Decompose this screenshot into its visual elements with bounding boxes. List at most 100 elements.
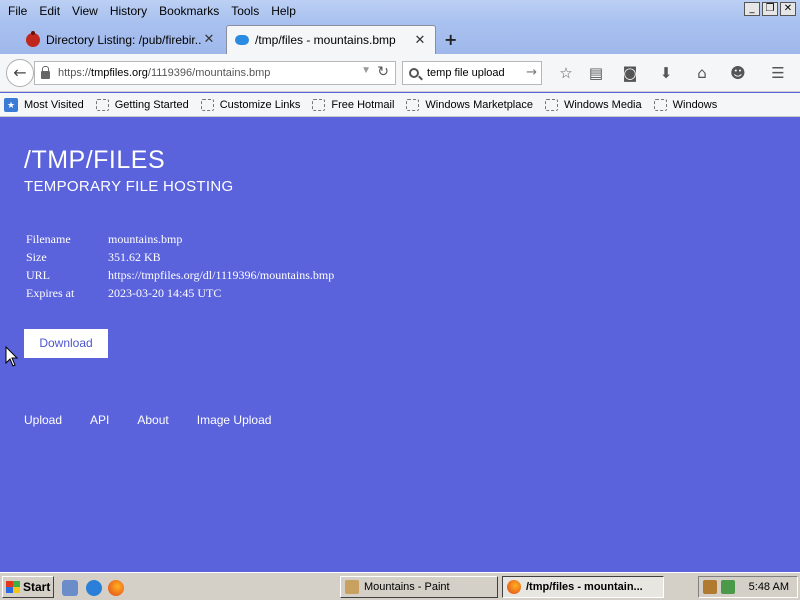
taskbar-item-paint[interactable]: Mountains - Paint: [340, 576, 498, 598]
menu-view[interactable]: View: [66, 4, 104, 18]
search-bar[interactable]: temp file upload →: [402, 61, 542, 85]
bookmark-icon: [312, 98, 326, 111]
link-about[interactable]: About: [137, 413, 168, 427]
tab-strip: Directory Listing: /pub/firebir... ✕ /tm…: [0, 22, 800, 54]
download-icon[interactable]: ⬇: [656, 64, 676, 82]
site-title: /TMP/FILES: [24, 146, 166, 174]
cloud-upload-icon: [235, 35, 249, 45]
bookmark-windows[interactable]: Windows: [653, 98, 718, 111]
menu-file[interactable]: File: [2, 4, 33, 18]
paint-icon: [345, 580, 359, 594]
show-desktop-icon[interactable]: [62, 580, 78, 596]
info-label: Filename: [26, 232, 71, 246]
info-value: 2023-03-20 14:45 UTC: [108, 286, 222, 300]
bookmark-customize-links[interactable]: Customize Links: [200, 98, 301, 111]
page-content: /TMP/FILES TEMPORARY FILE HOSTING Filena…: [0, 118, 800, 572]
clock: 5:48 AM: [748, 581, 789, 593]
info-label: Expires at: [26, 286, 75, 300]
arrow-right-icon[interactable]: →: [526, 65, 537, 80]
bookmark-windows-marketplace[interactable]: Windows Marketplace: [406, 98, 533, 111]
bookmark-icon: [95, 98, 109, 111]
bookmark-label: Windows: [672, 98, 718, 111]
tray-network-icon[interactable]: [721, 580, 735, 594]
start-button[interactable]: Start: [2, 576, 54, 598]
taskbar-item-label: Mountains - Paint: [364, 581, 450, 593]
smiley-icon[interactable]: ☻: [728, 64, 748, 82]
taskbar: Start Mountains - Paint /tmp/files - mou…: [0, 572, 800, 600]
internet-explorer-icon[interactable]: [86, 580, 102, 596]
bookmark-label: Windows Marketplace: [425, 98, 533, 111]
bug-icon: [26, 30, 40, 47]
search-icon: [409, 68, 419, 78]
url-bar[interactable]: https://tmpfiles.org/1119396/mountains.b…: [34, 61, 396, 85]
restore-button[interactable]: ❐: [762, 2, 778, 16]
taskbar-item-label: /tmp/files - mountain...: [526, 581, 643, 593]
menu-tools[interactable]: Tools: [225, 4, 265, 18]
info-row-size: Size 351.62 KB: [26, 250, 334, 268]
close-icon[interactable]: ✕: [413, 33, 427, 48]
close-window-button[interactable]: ✕: [780, 2, 796, 16]
close-icon[interactable]: ✕: [202, 32, 216, 47]
reading-list-icon[interactable]: ▤: [586, 64, 606, 82]
bookmark-label: Getting Started: [114, 98, 189, 111]
bookmark-label: Windows Media: [563, 98, 642, 111]
firefox-icon: [507, 580, 521, 594]
tab-directory-listing[interactable]: Directory Listing: /pub/firebir... ✕: [18, 25, 224, 54]
window-controls: _ ❐ ✕: [744, 2, 796, 16]
file-info-table: Filename mountains.bmp Size 351.62 KB UR…: [26, 232, 334, 304]
bookmark-getting-started[interactable]: Getting Started: [95, 98, 189, 111]
menu-edit[interactable]: Edit: [33, 4, 66, 18]
pocket-icon[interactable]: ◙: [620, 64, 640, 82]
info-label: Size: [26, 250, 47, 264]
info-label: URL: [26, 268, 50, 282]
info-row-url: URL https://tmpfiles.org/dl/1119396/moun…: [26, 268, 334, 286]
menu-help[interactable]: Help: [265, 4, 302, 18]
hamburger-menu-icon[interactable]: ☰: [768, 64, 788, 82]
link-image-upload[interactable]: Image Upload: [197, 413, 272, 427]
star-icon[interactable]: ☆: [556, 64, 576, 82]
link-api[interactable]: API: [90, 413, 109, 427]
bookmark-windows-media[interactable]: Windows Media: [544, 98, 642, 111]
site-subtitle: TEMPORARY FILE HOSTING: [24, 178, 234, 195]
menu-history[interactable]: History: [104, 4, 153, 18]
download-button[interactable]: Download: [24, 329, 108, 358]
back-button[interactable]: ←: [6, 59, 34, 87]
menu-bar: File Edit View History Bookmarks Tools H…: [0, 0, 800, 22]
bookmark-star-icon: ★: [4, 97, 18, 112]
firefox-icon[interactable]: [108, 580, 124, 596]
bookmark-label: Most Visited: [24, 98, 84, 111]
home-icon[interactable]: ⌂: [692, 64, 712, 82]
tab-title: /tmp/files - mountains.bmp: [255, 33, 396, 47]
minimize-button[interactable]: _: [744, 2, 760, 16]
info-row-expires: Expires at 2023-03-20 14:45 UTC: [26, 286, 334, 304]
bookmarks-bar: ★ Most Visited Getting Started Customize …: [0, 93, 800, 117]
info-value: 351.62 KB: [108, 250, 161, 264]
bookmark-icon: [544, 98, 558, 111]
menu-bookmarks[interactable]: Bookmarks: [153, 4, 225, 18]
url-path: /1119396/mountains.bmp: [147, 67, 271, 79]
taskbar-item-firefox[interactable]: /tmp/files - mountain...: [502, 576, 664, 598]
footer-links: Upload API About Image Upload: [24, 413, 299, 427]
bookmark-free-hotmail[interactable]: Free Hotmail: [312, 98, 394, 111]
url-prefix: https://: [58, 67, 92, 79]
bookmark-icon: [653, 98, 667, 111]
tray-tools-icon[interactable]: [703, 580, 717, 594]
tab-tmp-files[interactable]: /tmp/files - mountains.bmp ✕: [226, 25, 436, 54]
url-host: tmpfiles.org: [91, 67, 148, 79]
info-value: https://tmpfiles.org/dl/1119396/mountain…: [108, 268, 335, 282]
link-upload[interactable]: Upload: [24, 413, 62, 427]
bookmark-label: Customize Links: [219, 98, 301, 111]
url-text[interactable]: https://tmpfiles.org/1119396/mountains.b…: [58, 67, 270, 79]
reload-icon[interactable]: ↻: [377, 64, 389, 80]
search-input[interactable]: temp file upload: [427, 67, 505, 79]
bookmark-icon: [200, 98, 214, 111]
dropdown-icon[interactable]: ▼: [361, 65, 371, 76]
info-value: mountains.bmp: [108, 232, 183, 246]
info-row-filename: Filename mountains.bmp: [26, 232, 334, 250]
navigation-bar: ← https://tmpfiles.org/1119396/mountains…: [0, 54, 800, 92]
start-label: Start: [23, 580, 51, 594]
windows-logo-icon: [6, 581, 20, 593]
system-tray: 5:48 AM: [698, 576, 798, 598]
new-tab-button[interactable]: +: [444, 30, 457, 49]
bookmark-most-visited[interactable]: ★ Most Visited: [0, 97, 84, 112]
